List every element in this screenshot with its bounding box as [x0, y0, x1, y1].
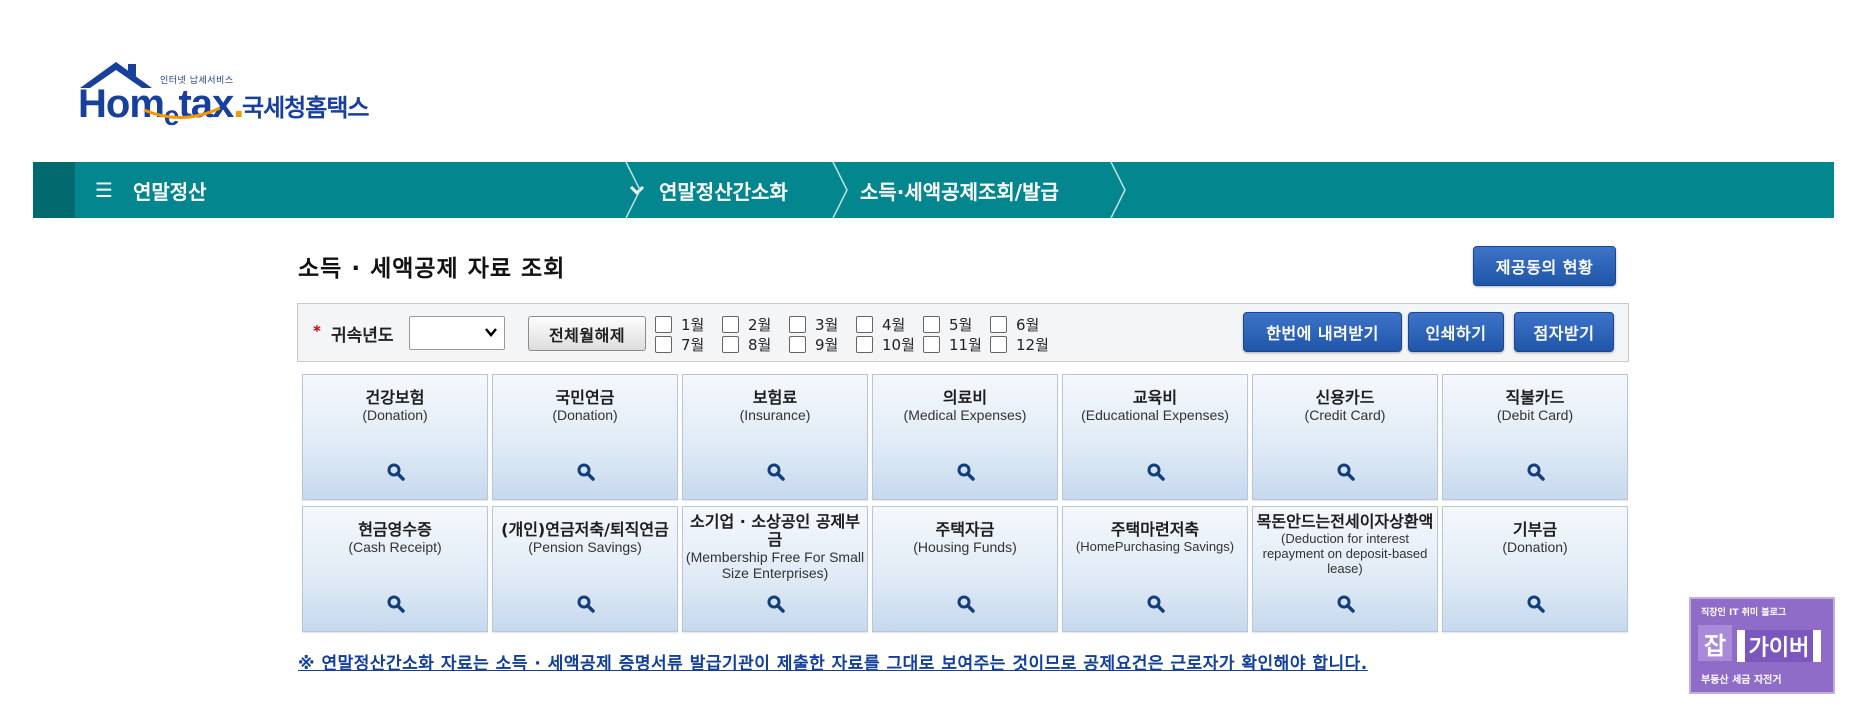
tile-credit-card[interactable]: 신용카드 (Credit Card) — [1252, 374, 1438, 500]
checkbox[interactable] — [923, 335, 940, 353]
search-icon — [387, 595, 405, 613]
badge-char: 잡 — [1698, 625, 1732, 661]
month-checkbox-8[interactable]: 8월 — [722, 335, 771, 354]
tile-pension-savings[interactable]: (개인)연금저축/퇴직연금 (Pension Savings) — [492, 506, 678, 632]
month-checkbox-4[interactable]: 4월 — [856, 315, 905, 334]
required-marker: * — [313, 322, 321, 340]
checkbox[interactable] — [655, 315, 672, 333]
nav-left-strip — [33, 162, 75, 218]
year-select[interactable] — [409, 316, 505, 350]
checkbox[interactable] — [856, 335, 873, 353]
breadcrumb-separator — [1110, 162, 1126, 218]
month-checkbox-2[interactable]: 2월 — [722, 315, 771, 334]
tile-medical-expenses[interactable]: 의료비 (Medical Expenses) — [872, 374, 1058, 500]
month-checkbox-7[interactable]: 7월 — [655, 335, 704, 354]
tile-national-pension[interactable]: 국민연금 (Donation) — [492, 374, 678, 500]
search-icon — [1527, 595, 1545, 613]
search-icon — [1527, 463, 1545, 481]
search-icon — [767, 463, 785, 481]
nav-bar: ☰ 연말정산 연말정산간소화 소득·세액공제조회/발급 — [33, 162, 1834, 218]
checkbox[interactable] — [923, 315, 940, 333]
tile-cash-receipt[interactable]: 현금영수증 (Cash Receipt) — [302, 506, 488, 632]
search-icon — [1147, 463, 1165, 481]
print-button[interactable]: 인쇄하기 — [1408, 312, 1504, 352]
breadcrumb-item-simplified[interactable]: 연말정산간소화 — [659, 162, 788, 218]
tile-debit-card[interactable]: 직불카드 (Debit Card) — [1442, 374, 1628, 500]
month-checkbox-6[interactable]: 6월 — [990, 315, 1039, 334]
search-icon — [767, 595, 785, 613]
tile-insurance-premium[interactable]: 보험료 (Insurance) — [682, 374, 868, 500]
badge-bottom-text: 부동산 세금 자전거 — [1701, 675, 1782, 686]
search-icon — [1337, 595, 1355, 613]
hamburger-icon: ☰ — [95, 178, 113, 202]
deselect-all-months-button[interactable]: 전체월해제 — [528, 316, 646, 351]
search-icon — [957, 463, 975, 481]
checkbox[interactable] — [722, 335, 739, 353]
nav-menu-label: 연말정산 — [132, 179, 207, 204]
search-icon — [957, 595, 975, 613]
checkbox[interactable] — [856, 315, 873, 333]
hometax-logo[interactable]: 인터넷 납세서비스 Hometax. 국세청홈택스 — [78, 60, 398, 134]
verification-notice-link[interactable]: ※ 연말정산간소화 자료는 소득 · 세액공제 증명서류 발급기관이 제출한 자… — [298, 649, 1368, 674]
blog-badge: 직장인 IT 취미 블로그 잡 가이버 부동산 세금 자전거 — [1689, 597, 1835, 694]
provider-consent-status-button[interactable]: 제공동의 현황 — [1473, 246, 1616, 286]
tile-housing-funds[interactable]: 주택자금 (Housing Funds) — [872, 506, 1058, 632]
breadcrumb-separator — [832, 162, 848, 218]
badge-top-text: 직장인 IT 취미 블로그 — [1701, 608, 1787, 618]
tile-lease-deposit-interest[interactable]: 목돈안드는전세이자상환액 (Deduction for interest repa… — [1252, 506, 1438, 632]
search-icon — [1337, 463, 1355, 481]
badge-word: 가이버 — [1737, 630, 1821, 662]
tile-education-expenses[interactable]: 교육비 (Educational Expenses) — [1062, 374, 1248, 500]
search-icon — [1147, 595, 1165, 613]
search-icon — [577, 463, 595, 481]
breadcrumb-separator — [625, 162, 641, 218]
checkbox[interactable] — [655, 335, 672, 353]
month-checkbox-3[interactable]: 3월 — [789, 315, 838, 334]
year-label: 귀속년도 — [331, 326, 394, 346]
month-checkbox-12[interactable]: 12월 — [990, 335, 1049, 354]
checkbox[interactable] — [990, 335, 1007, 353]
braille-download-button[interactable]: 점자받기 — [1514, 312, 1614, 352]
breadcrumb-item-deduction-inquiry[interactable]: 소득·세액공제조회/발급 — [860, 162, 1059, 218]
tile-small-business-mutual-aid[interactable]: 소기업 · 소상공인 공제부금 (Membership Free For Smal… — [682, 506, 868, 632]
nav-menu-button[interactable]: ☰ 연말정산 — [95, 162, 207, 218]
tile-home-purchasing-savings[interactable]: 주택마련저축 (HomePurchasing Savings) — [1062, 506, 1248, 632]
checkbox[interactable] — [789, 335, 806, 353]
logo-swoosh-icon — [143, 106, 221, 120]
month-checkbox-1[interactable]: 1월 — [655, 315, 704, 334]
page-title: 소득 · 세액공제 자료 조회 — [298, 256, 566, 282]
download-all-button[interactable]: 한번에 내려받기 — [1243, 312, 1402, 352]
month-checkbox-10[interactable]: 10월 — [856, 335, 915, 354]
month-checkbox-9[interactable]: 9월 — [789, 335, 838, 354]
chevron-down-icon — [485, 328, 497, 337]
search-icon — [577, 595, 595, 613]
search-icon — [387, 463, 405, 481]
month-checkbox-11[interactable]: 11월 — [923, 335, 982, 354]
checkbox[interactable] — [990, 315, 1007, 333]
checkbox[interactable] — [789, 315, 806, 333]
month-checkbox-5[interactable]: 5월 — [923, 315, 972, 334]
filter-bar: * 귀속년도 전체월해제 1월 2월 3월 4월 5월 6월 7월 8월 9월 … — [297, 303, 1629, 362]
tile-health-insurance[interactable]: 건강보험 (Donation) — [302, 374, 488, 500]
checkbox[interactable] — [722, 315, 739, 333]
logo-korean-name: 국세청홈택스 — [242, 94, 369, 122]
tile-donation[interactable]: 기부금 (Donation) — [1442, 506, 1628, 632]
